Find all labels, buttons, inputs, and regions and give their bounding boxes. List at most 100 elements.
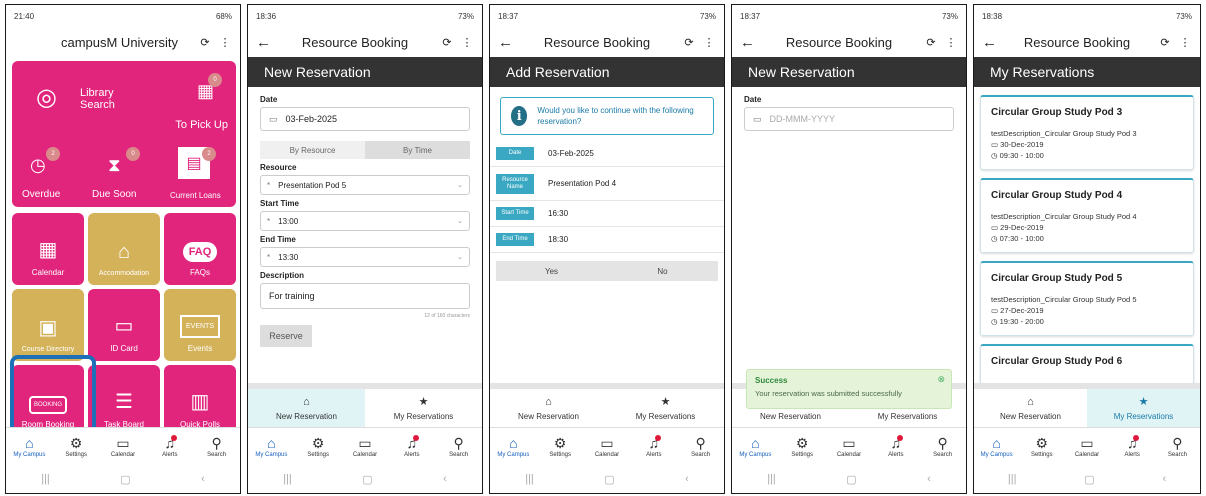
nav-my-campus[interactable]: ⌂ My Campus	[6, 428, 53, 465]
by-resource-tab[interactable]: By Resource	[260, 141, 365, 159]
reservation-card[interactable]: Circular Group Study Pod 6	[980, 344, 1194, 386]
tab-new-reservation[interactable]: ⌂ New Reservation	[248, 389, 365, 427]
nav-alerts[interactable]: ♫ Alerts	[630, 428, 677, 465]
confirm-buttons: Yes No	[496, 261, 718, 281]
refresh-icon[interactable]: ⟳	[1158, 36, 1172, 49]
nav-calendar[interactable]: ▭ Calendar	[100, 428, 147, 465]
refresh-icon[interactable]: ⟳	[198, 36, 212, 49]
course-directory-tile[interactable]: ▣ Course Directory	[12, 289, 84, 361]
nav-settings[interactable]: ⚙ Settings	[295, 428, 342, 465]
nav-calendar[interactable]: ▭ Calendar	[1064, 428, 1109, 465]
nav-calendar[interactable]: ▭ Calendar	[342, 428, 389, 465]
nav-calendar[interactable]: ▭ Calendar	[584, 428, 631, 465]
nav-calendar[interactable]: ▭ Calendar	[826, 428, 873, 465]
home-button-icon[interactable]: ▢	[604, 473, 614, 486]
nav-settings[interactable]: ⚙ Settings	[779, 428, 826, 465]
reservation-card[interactable]: Circular Group Study Pod 3 testDescripti…	[980, 95, 1194, 170]
overdue-label[interactable]: Overdue	[22, 189, 60, 200]
recents-icon[interactable]: |||	[283, 473, 292, 485]
calendar-icon: ▭	[753, 113, 762, 124]
battery-level: 73%	[941, 11, 958, 21]
by-time-tab[interactable]: By Time	[365, 141, 470, 159]
card-time: ◷ 09:30 - 10:00	[991, 151, 1044, 160]
back-icon[interactable]: ‹	[201, 473, 205, 485]
nav-my-campus[interactable]: ⌂ My Campus	[732, 428, 779, 465]
tab-new-reservation[interactable]: ⌂ New Reservation	[490, 389, 607, 427]
refresh-icon[interactable]: ⟳	[440, 36, 454, 49]
reserve-button[interactable]: Reserve	[260, 325, 312, 347]
current-loans-label[interactable]: Current Loans	[170, 191, 221, 200]
nav-my-campus[interactable]: ⌂ My Campus	[248, 428, 295, 465]
nav-search[interactable]: ⚲ Search	[1155, 428, 1200, 465]
back-arrow-icon[interactable]: ←	[982, 34, 1002, 51]
nav-alerts[interactable]: ♫ Alerts	[146, 428, 193, 465]
nav-search[interactable]: ⚲ Search	[435, 428, 482, 465]
close-icon[interactable]: ⊗	[937, 374, 945, 385]
home-button-icon[interactable]: ▢	[1084, 473, 1094, 486]
reservation-card[interactable]: Circular Group Study Pod 4 testDescripti…	[980, 178, 1194, 253]
recents-icon[interactable]: |||	[1008, 473, 1017, 485]
home-button-icon[interactable]: ▢	[362, 473, 372, 486]
accommodation-tile[interactable]: ⌂ Accommodation	[88, 213, 160, 285]
back-arrow-icon[interactable]: ←	[256, 34, 276, 51]
tab-my-reservations[interactable]: ★ My Reservations	[1087, 389, 1200, 427]
tab-new-reservation[interactable]: ⌂ New Reservation	[974, 389, 1087, 427]
home-button-icon[interactable]: ▢	[846, 473, 856, 486]
end-time-select[interactable]: * 13:30 ⌄	[260, 247, 470, 267]
section-title: Add Reservation	[490, 57, 724, 87]
yes-button[interactable]: Yes	[496, 261, 607, 281]
date-field[interactable]: ▭ DD-MMM-YYYY	[744, 107, 954, 131]
more-icon[interactable]: ⋮	[460, 36, 474, 49]
tab-my-reservations[interactable]: ★ My Reservations	[365, 389, 482, 427]
nav-label: Search	[691, 451, 711, 458]
tab-my-reservations[interactable]: ★ My Reservations	[607, 389, 724, 427]
hourglass-icon[interactable]: ⧗	[108, 155, 121, 176]
back-icon[interactable]: ‹	[927, 473, 931, 485]
nav-my-campus[interactable]: ⌂ My Campus	[490, 428, 537, 465]
resource-select[interactable]: * Presentation Pod 5 ⌄	[260, 175, 470, 195]
description-field[interactable]: For training	[260, 283, 470, 309]
faqs-tile[interactable]: FAQ FAQs	[164, 213, 236, 285]
no-button[interactable]: No	[607, 261, 718, 281]
events-tile[interactable]: EVENTS Events	[164, 289, 236, 361]
nav-my-campus[interactable]: ⌂ My Campus	[974, 428, 1019, 465]
nav-alerts[interactable]: ♫ Alerts	[388, 428, 435, 465]
back-icon[interactable]: ‹	[1162, 473, 1166, 485]
date-field[interactable]: ▭ 03-Feb-2025	[260, 107, 470, 131]
nav-search[interactable]: ⚲ Search	[677, 428, 724, 465]
gear-icon: ⚙	[1035, 434, 1049, 451]
refresh-icon[interactable]: ⟳	[682, 36, 696, 49]
back-icon[interactable]: ‹	[443, 473, 447, 485]
nav-settings[interactable]: ⚙ Settings	[53, 428, 100, 465]
id-card-tile[interactable]: ▭ ID Card	[88, 289, 160, 361]
events-icon: EVENTS	[179, 315, 220, 338]
more-icon[interactable]: ⋮	[702, 36, 716, 49]
nav-settings[interactable]: ⚙ Settings	[1019, 428, 1064, 465]
reservation-card[interactable]: Circular Group Study Pod 5 testDescripti…	[980, 261, 1194, 336]
nav-settings[interactable]: ⚙ Settings	[537, 428, 584, 465]
due-soon-badge: 0	[126, 147, 140, 161]
more-icon[interactable]: ⋮	[218, 36, 232, 49]
back-arrow-icon[interactable]: ←	[740, 34, 760, 51]
overdue-icon[interactable]: ◷	[30, 155, 46, 176]
nav-search[interactable]: ⚲ Search	[919, 428, 966, 465]
more-icon[interactable]: ⋮	[944, 36, 958, 49]
calendar-tile[interactable]: ▦ Calendar	[12, 213, 84, 285]
back-arrow-icon[interactable]: ←	[498, 34, 518, 51]
start-time-select[interactable]: * 13:00 ⌄	[260, 211, 470, 231]
card-time: ◷ 07:30 - 10:00	[991, 234, 1044, 243]
refresh-icon[interactable]: ⟳	[924, 36, 938, 49]
nav-alerts[interactable]: ♫ Alerts	[872, 428, 919, 465]
recents-icon[interactable]: |||	[525, 473, 534, 485]
recents-icon[interactable]: |||	[41, 473, 50, 485]
detail-value: 16:30	[548, 209, 569, 218]
nav-alerts[interactable]: ♫ Alerts	[1110, 428, 1155, 465]
nav-search[interactable]: ⚲ Search	[193, 428, 240, 465]
back-icon[interactable]: ‹	[685, 473, 689, 485]
home-button-icon[interactable]: ▢	[120, 473, 130, 486]
nav-label: Settings	[65, 451, 88, 458]
recents-icon[interactable]: |||	[767, 473, 776, 485]
more-icon[interactable]: ⋮	[1178, 36, 1192, 49]
library-search-tile[interactable]: ◎ Library Search ▦ 0 To Pick Up	[12, 61, 236, 141]
due-soon-label[interactable]: Due Soon	[92, 189, 136, 200]
